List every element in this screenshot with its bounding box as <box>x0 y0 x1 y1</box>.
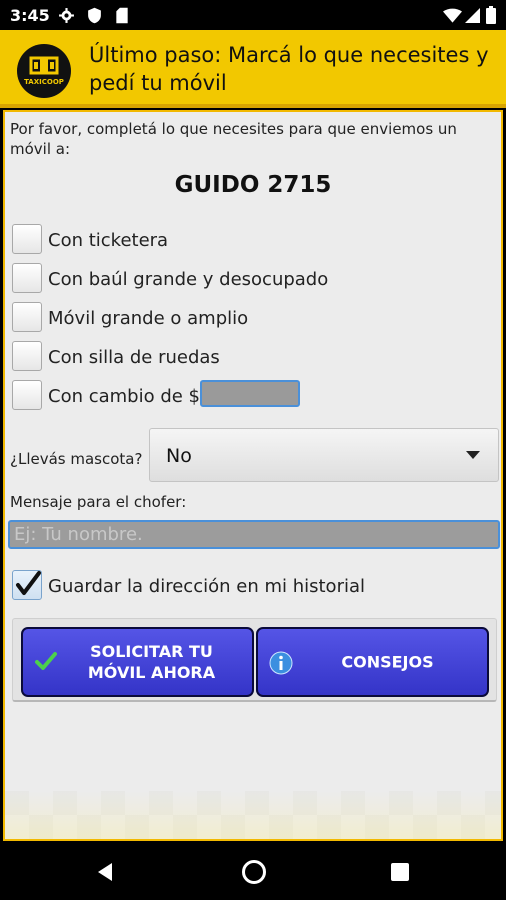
pet-select[interactable]: No <box>149 428 499 482</box>
check-icon <box>35 652 57 670</box>
message-label: Mensaje para el chofer: <box>10 493 187 511</box>
app-header: TAXICOOP Último paso: Marcá lo que neces… <box>0 30 506 108</box>
back-icon[interactable] <box>96 862 116 882</box>
status-time: 3:45 <box>10 6 50 25</box>
wifi-icon <box>443 8 462 23</box>
info-icon <box>269 651 293 675</box>
action-panel: SOLICITAR TU MÓVIL AHORA CONSEJOS <box>12 618 497 702</box>
sd-card-icon <box>116 7 128 24</box>
battery-icon <box>486 6 496 24</box>
option-label: Con cambio de $ <box>48 386 201 407</box>
option-label: Con silla de ruedas <box>48 347 220 368</box>
order-form: Por favor, completá lo que necesites par… <box>3 110 503 841</box>
navigation-bar <box>0 843 506 900</box>
pet-label: ¿Llevás mascota? <box>10 450 143 468</box>
checkbox-large-trunk[interactable] <box>12 263 42 293</box>
header-divider <box>0 104 506 108</box>
checkered-pattern <box>5 791 501 839</box>
save-history-label: Guardar la dirección en mi historial <box>48 576 365 597</box>
tips-button-label: CONSEJOS <box>341 652 434 672</box>
app-logo: TAXICOOP <box>17 44 71 98</box>
driver-message-input[interactable] <box>8 520 500 549</box>
logo-text: TAXICOOP <box>24 78 64 86</box>
checkbox-change[interactable] <box>12 380 42 410</box>
shield-icon <box>88 7 101 24</box>
option-label: Con baúl grande y desocupado <box>48 269 329 290</box>
option-label: Con ticketera <box>48 230 169 251</box>
checkmark-icon <box>16 571 41 595</box>
tips-button[interactable]: CONSEJOS <box>256 627 489 697</box>
home-icon[interactable] <box>241 859 267 885</box>
pickup-address: GUIDO 2715 <box>174 172 332 198</box>
change-amount-input[interactable] <box>200 380 300 407</box>
pet-select-value: No <box>166 445 192 467</box>
checkbox-large-vehicle[interactable] <box>12 302 42 332</box>
recents-icon[interactable] <box>391 863 409 881</box>
checkbox-wheelchair[interactable] <box>12 341 42 371</box>
status-bar: 3:45 <box>0 0 506 30</box>
settings-icon <box>59 8 74 23</box>
page-title: Último paso: Marcá lo que necesites y pe… <box>89 43 489 95</box>
signal-icon <box>465 8 480 23</box>
option-label: Móvil grande o amplio <box>48 308 249 329</box>
intro-text: Por favor, completá lo que necesites par… <box>10 120 457 158</box>
dropdown-arrow-icon <box>466 451 480 459</box>
checkbox-save-history[interactable] <box>12 570 42 600</box>
request-button-label: SOLICITAR TU MÓVIL AHORA <box>87 642 216 682</box>
request-taxi-button[interactable]: SOLICITAR TU MÓVIL AHORA <box>21 627 254 697</box>
checkbox-ticketera[interactable] <box>12 224 42 254</box>
